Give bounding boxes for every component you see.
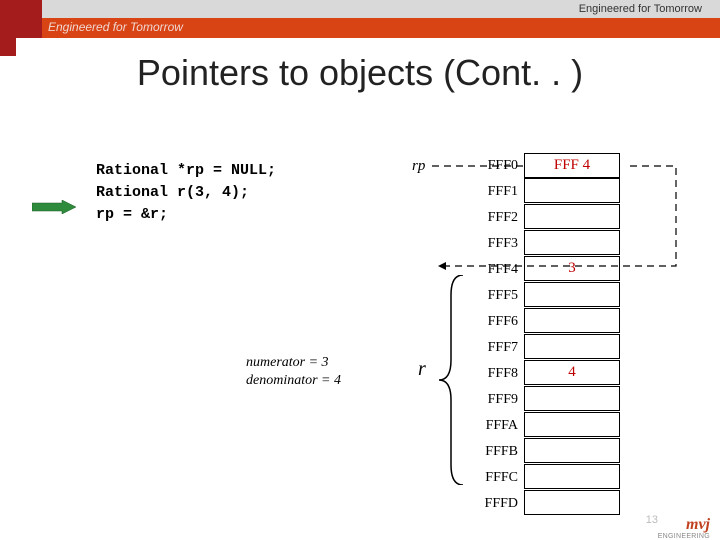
memory-cell: [524, 438, 620, 463]
memory-address: FFFB: [470, 439, 524, 465]
pointer-dashed-line: [432, 158, 692, 278]
code-block: Rational *rp = NULL; Rational r(3, 4); r…: [96, 160, 276, 226]
rp-label: rp: [412, 158, 425, 175]
memory-address: FFF8: [470, 361, 524, 387]
memory-cell: 4: [524, 360, 620, 385]
memory-cell: [524, 334, 620, 359]
memory-cell: [524, 412, 620, 437]
member-labels: numerator = 3 denominator = 4: [246, 354, 341, 390]
r-label: r: [418, 358, 426, 381]
footer-subtitle: ENGINEERING: [658, 533, 710, 540]
code-line-1: Rational *rp = NULL;: [96, 160, 276, 182]
code-line-3: rp = &r;: [96, 204, 276, 226]
memory-cell: [524, 308, 620, 333]
memory-cell: [524, 464, 620, 489]
footer-logo: mvj: [686, 516, 710, 534]
memory-address: FFFC: [470, 465, 524, 491]
memory-address: FFFD: [470, 491, 524, 517]
memory-cell: [524, 490, 620, 515]
memory-address: FFFA: [470, 413, 524, 439]
brace-icon: [435, 275, 465, 485]
memory-row: FFF5: [470, 283, 620, 309]
memory-address: FFF6: [470, 309, 524, 335]
memory-row: FFF7: [470, 335, 620, 361]
memory-address: FFF9: [470, 387, 524, 413]
memory-row: FFFC: [470, 465, 620, 491]
denominator-label: denominator = 4: [246, 372, 341, 390]
page-title: Pointers to objects (Cont. . ): [0, 52, 720, 94]
tagline: Engineered for Tomorrow: [579, 0, 702, 18]
memory-row: FFF9: [470, 387, 620, 413]
red-square-1: [0, 0, 42, 38]
memory-address: FFF5: [470, 283, 524, 309]
sub-tagline: Engineered for Tomorrow: [48, 20, 183, 34]
memory-row: FFFD: [470, 491, 620, 517]
slide-number: 13: [646, 514, 658, 526]
memory-address: FFF7: [470, 335, 524, 361]
memory-row: FFFB: [470, 439, 620, 465]
arrow-icon: [32, 200, 76, 214]
code-line-2: Rational r(3, 4);: [96, 182, 276, 204]
memory-row: FFFA: [470, 413, 620, 439]
memory-row: FFF84: [470, 361, 620, 387]
memory-row: FFF6: [470, 309, 620, 335]
numerator-label: numerator = 3: [246, 354, 341, 372]
memory-cell: [524, 386, 620, 411]
memory-cell: [524, 282, 620, 307]
